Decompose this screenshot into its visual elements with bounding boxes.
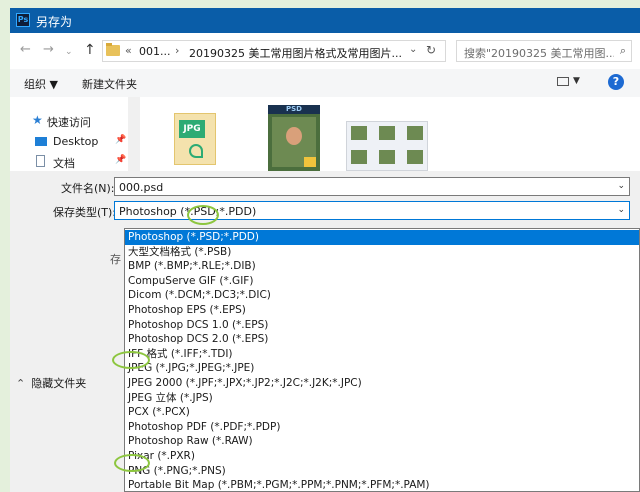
sidebar-item-label: 文档 — [53, 157, 75, 170]
sidebar-item-desktop[interactable]: Desktop 📌 — [10, 132, 128, 152]
filetype-option[interactable]: JPEG 2000 (*.JPF;*.JPX;*.JP2;*.J2C;*.J2K… — [125, 376, 639, 391]
chevron-down-icon[interactable]: ⌄ — [617, 205, 625, 215]
save-as-dialog: Ps 另存为 ← → ⌄ ↑ « 001... › 20190325 美工常用图… — [10, 8, 640, 492]
sidebar-item-label: 快速访问 — [47, 116, 91, 129]
filetype-option[interactable]: Portable Bit Map (*.PBM;*.PGM;*.PPM;*.PN… — [125, 478, 639, 492]
command-bar: 组织 ▼ 新建文件夹 ▼ ? — [10, 69, 640, 97]
chevron-down-icon[interactable]: ⌄ — [409, 44, 417, 55]
title-bar: Ps 另存为 — [10, 8, 640, 33]
save-options-label: 存 — [110, 253, 121, 266]
psd-badge: PSD — [268, 105, 320, 114]
pin-icon[interactable]: 📌 — [115, 155, 126, 165]
filetype-option[interactable]: Photoshop EPS (*.EPS) — [125, 303, 639, 318]
navigation-pane: ★ 快速访问 Desktop 📌 文档 📌 — [10, 97, 128, 171]
navigation-bar: ← → ⌄ ↑ « 001... › 20190325 美工常用图片格式及常用图… — [10, 33, 640, 69]
grid-cell-image — [379, 126, 395, 140]
filetype-option[interactable]: Photoshop DCS 2.0 (*.EPS) — [125, 332, 639, 347]
up-arrow-icon[interactable]: ↑ — [84, 42, 96, 58]
jpg-file-thumbnail[interactable]: JPG — [174, 113, 216, 165]
new-folder-button[interactable]: 新建文件夹 — [82, 76, 137, 92]
recent-dropdown-icon[interactable]: ⌄ — [65, 45, 73, 59]
image-icon — [189, 144, 203, 158]
chevron-right-icon[interactable]: › — [175, 44, 179, 57]
filetype-option[interactable]: Photoshop Raw (*.RAW) — [125, 434, 639, 449]
filetype-option[interactable]: JPEG (*.JPG;*.JPEG;*.JPE) — [125, 361, 639, 376]
filetype-option[interactable]: PCX (*.PCX) — [125, 405, 639, 420]
address-bar[interactable]: « 001... › 20190325 美工常用图片格式及常用图片... ⌄ ↻ — [102, 40, 446, 62]
search-icon[interactable]: ⌕ — [620, 44, 626, 58]
filetype-label: 保存类型(T): — [53, 206, 117, 219]
filetype-option[interactable]: Photoshop DCS 1.0 (*.EPS) — [125, 318, 639, 333]
folder-icon — [106, 43, 120, 56]
sidebar-item-label: Desktop — [53, 135, 99, 148]
hide-folders-toggle[interactable]: ⌃ 隐藏文件夹 — [16, 375, 86, 391]
filetype-option[interactable]: Dicom (*.DCM;*.DC3;*.DIC) — [125, 288, 639, 303]
psd-highlight-ring — [187, 205, 219, 225]
filename-field[interactable]: 000.psd ⌄ — [114, 177, 630, 196]
portrait-image — [286, 127, 302, 145]
star-icon: ★ — [32, 113, 43, 127]
grid-cell-image — [379, 150, 395, 164]
grid-cell-image — [407, 150, 423, 164]
grid-cell-image — [407, 126, 423, 140]
psd-file-thumbnail[interactable]: PSD — [268, 105, 320, 171]
jpg-badge: JPG — [179, 120, 205, 138]
grid-file-thumbnail[interactable] — [346, 121, 428, 171]
filetype-dropdown-list[interactable]: Photoshop (*.PSD;*.PDD) 大型文档格式 (*.PSB) BMP… — [124, 228, 640, 492]
filetype-option[interactable]: BMP (*.BMP;*.RLE;*.DIB) — [125, 259, 639, 274]
back-arrow-icon[interactable]: ← — [20, 43, 31, 57]
chevron-down-icon[interactable]: ▼ — [573, 76, 580, 86]
filetype-option[interactable]: CompuServe GIF (*.GIF) — [125, 274, 639, 289]
dialog-title: 另存为 — [36, 15, 73, 29]
filetype-option[interactable]: IFF 格式 (*.IFF;*.TDI) — [125, 347, 639, 362]
sidebar-item-documents[interactable]: 文档 📌 — [10, 152, 128, 172]
grid-cell-image — [351, 126, 367, 140]
filetype-option[interactable]: Photoshop PDF (*.PDF;*.PDP) — [125, 420, 639, 435]
help-icon[interactable]: ? — [608, 74, 624, 90]
organize-button[interactable]: 组织 ▼ — [24, 76, 58, 92]
view-options-icon[interactable] — [557, 77, 569, 86]
refresh-icon[interactable]: ↻ — [426, 43, 436, 57]
filetype-option[interactable]: JPEG 立体 (*.JPS) — [125, 391, 639, 406]
filename-label: 文件名(N): — [61, 182, 115, 195]
navigation-scrollbar[interactable] — [128, 97, 140, 171]
filetype-option[interactable]: PNG (*.PNG;*.PNS) — [125, 464, 639, 479]
png-highlight-ring — [114, 454, 150, 472]
chevron-up-icon: ⌃ — [16, 377, 26, 390]
filetype-option[interactable]: 大型文档格式 (*.PSB) — [125, 245, 639, 260]
forward-arrow-icon[interactable]: → — [43, 43, 54, 57]
pin-icon[interactable]: 📌 — [115, 135, 126, 145]
filename-value: 000.psd — [119, 181, 164, 194]
document-icon — [36, 155, 45, 167]
filetype-option[interactable]: Photoshop (*.PSD;*.PDD) — [125, 230, 639, 245]
hide-folders-label: 隐藏文件夹 — [31, 377, 87, 390]
chevron-down-icon[interactable]: ⌄ — [617, 181, 625, 191]
grid-cell-image — [351, 150, 367, 164]
address-segment[interactable]: 001... — [139, 45, 171, 58]
photoshop-app-icon: Ps — [16, 13, 30, 27]
file-thumbnails: JPG PSD — [140, 97, 640, 171]
search-placeholder: 搜索"20190325 美工常用图... — [464, 47, 614, 60]
address-segment[interactable]: 20190325 美工常用图片格式及常用图片... — [189, 45, 403, 61]
address-overflow-icon[interactable]: « — [125, 44, 132, 57]
search-input[interactable]: 搜索"20190325 美工常用图... ⌕ — [456, 40, 632, 62]
filetype-option[interactable]: Pixar (*.PXR) — [125, 449, 639, 464]
ps-mark-icon — [304, 157, 316, 167]
jpeg-highlight-ring — [112, 351, 150, 369]
sidebar-item-quick-access[interactable]: ★ 快速访问 — [10, 111, 128, 131]
desktop-icon — [35, 137, 47, 146]
